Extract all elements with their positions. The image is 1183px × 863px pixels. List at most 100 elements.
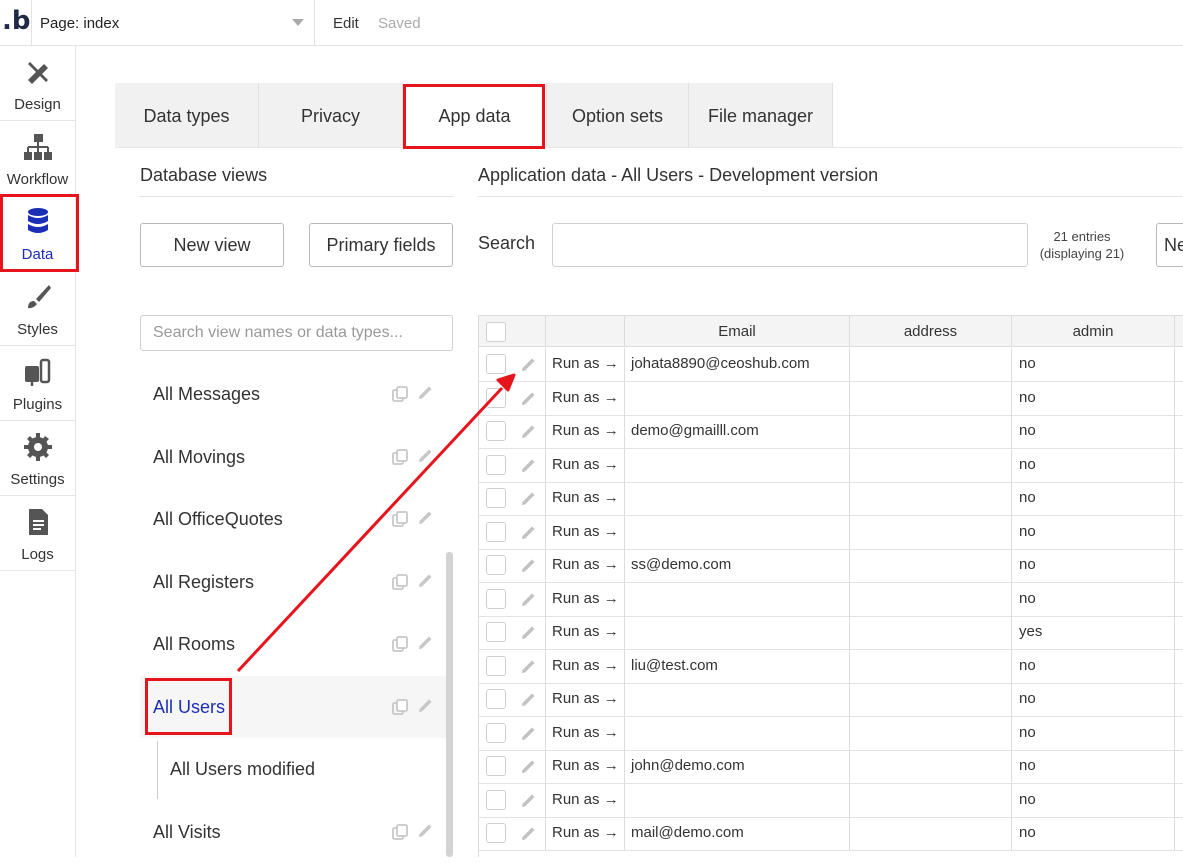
row-checkbox[interactable] [486,421,506,441]
admin-cell[interactable] [1012,448,1175,482]
admin-cell[interactable] [1012,582,1175,616]
header-email-column[interactable]: Email [625,316,850,346]
row-checkbox[interactable] [486,354,506,374]
address-cell[interactable] [850,582,1012,616]
pencil-icon[interactable] [416,384,434,402]
row-checkbox[interactable] [486,689,506,709]
sidebar-item-settings[interactable]: Settings [0,421,75,496]
pencil-icon[interactable] [519,725,537,743]
address-cell[interactable] [850,448,1012,482]
new-view-button[interactable]: New view [140,223,284,267]
tab-option-sets[interactable]: Option sets [547,83,689,147]
row-checkbox[interactable] [486,789,506,810]
admin-cell[interactable] [1012,649,1175,683]
run-as-link[interactable]: Run as → [552,456,619,473]
email-cell[interactable] [625,616,850,649]
tab-file-manager[interactable]: File manager [689,83,833,147]
pencil-icon[interactable] [416,572,434,590]
admin-cell[interactable] [1012,381,1175,415]
address-cell[interactable] [850,683,1012,716]
pencil-icon[interactable] [416,697,434,715]
row-checkbox[interactable] [486,454,506,475]
email-cell[interactable] [625,716,850,750]
bubble-logo[interactable]: .b [2,6,31,40]
address-cell[interactable] [850,515,1012,549]
tab-privacy[interactable]: Privacy [259,83,403,147]
run-as-link[interactable]: Run as → [552,489,619,506]
admin-cell[interactable] [1012,683,1175,716]
address-cell[interactable] [850,716,1012,750]
pencil-icon[interactable] [519,356,537,374]
pencil-icon[interactable] [519,591,537,609]
run-as-link[interactable]: Run as → [552,523,619,540]
run-as-link[interactable]: Run as → [552,623,619,640]
address-cell[interactable] [850,783,1012,817]
pencil-icon[interactable] [416,822,434,840]
copy-icon[interactable] [391,448,409,466]
row-checkbox[interactable] [486,521,506,542]
address-cell[interactable] [850,415,1012,448]
sidebar-item-logs[interactable]: Logs [0,496,75,571]
run-as-link[interactable]: Run as → [552,690,619,707]
sidebar-item-design[interactable]: Design [0,46,75,121]
address-cell[interactable] [850,381,1012,415]
view-item[interactable]: All Users modified [140,738,446,800]
address-cell[interactable] [850,616,1012,649]
row-checkbox[interactable] [486,655,506,676]
address-cell[interactable] [850,750,1012,783]
pencil-icon[interactable] [416,509,434,527]
run-as-link[interactable]: Run as → [552,657,619,674]
copy-icon[interactable] [391,385,409,403]
admin-cell[interactable] [1012,750,1175,783]
address-cell[interactable] [850,549,1012,582]
pencil-icon[interactable] [519,524,537,542]
pencil-icon[interactable] [519,557,537,575]
view-search-input[interactable] [140,315,453,351]
copy-icon[interactable] [391,510,409,528]
header-address-column[interactable]: address [850,316,1012,346]
admin-cell[interactable] [1012,817,1175,850]
row-checkbox[interactable] [486,488,506,508]
view-item[interactable]: All Movings [140,426,446,488]
sidebar-item-plugins[interactable]: Plugins [0,346,75,421]
view-item[interactable]: All Registers [140,551,446,613]
row-checkbox[interactable] [486,756,506,776]
run-as-link[interactable]: Run as → [552,556,619,573]
run-as-link[interactable]: Run as → [552,724,619,741]
page-selector[interactable]: Page: index [31,0,315,46]
row-checkbox[interactable] [486,387,506,408]
address-cell[interactable] [850,348,1012,381]
row-checkbox[interactable] [486,823,506,843]
view-item[interactable]: All Messages [140,363,446,425]
pencil-icon[interactable] [519,390,537,408]
pencil-icon[interactable] [519,691,537,709]
sidebar-item-styles[interactable]: Styles [0,271,75,346]
admin-cell[interactable] [1012,482,1175,515]
email-cell[interactable] [625,515,850,549]
email-cell[interactable] [625,448,850,482]
admin-cell[interactable] [1012,783,1175,817]
pencil-icon[interactable] [519,758,537,776]
pencil-icon[interactable] [519,457,537,475]
admin-cell[interactable] [1012,515,1175,549]
pencil-icon[interactable] [519,792,537,810]
run-as-link[interactable]: Run as → [552,355,619,372]
views-scrollbar[interactable] [446,552,453,857]
run-as-link[interactable]: Run as → [552,590,619,607]
view-item[interactable]: All Rooms [140,613,446,675]
email-cell[interactable] [625,582,850,616]
pencil-icon[interactable] [519,624,537,642]
row-checkbox[interactable] [486,722,506,743]
admin-cell[interactable] [1012,549,1175,582]
copy-icon[interactable] [391,698,409,716]
select-all-checkbox[interactable] [486,322,506,342]
view-item[interactable]: All OfficeQuotes [140,488,446,550]
run-as-link[interactable]: Run as → [552,422,619,439]
email-cell[interactable] [625,783,850,817]
view-item[interactable]: All Visits [140,801,446,863]
edit-menu[interactable]: Edit [333,15,359,32]
sidebar-item-workflow[interactable]: Workflow [0,121,75,196]
email-cell[interactable] [625,683,850,716]
admin-cell[interactable] [1012,415,1175,448]
pencil-icon[interactable] [416,634,434,652]
